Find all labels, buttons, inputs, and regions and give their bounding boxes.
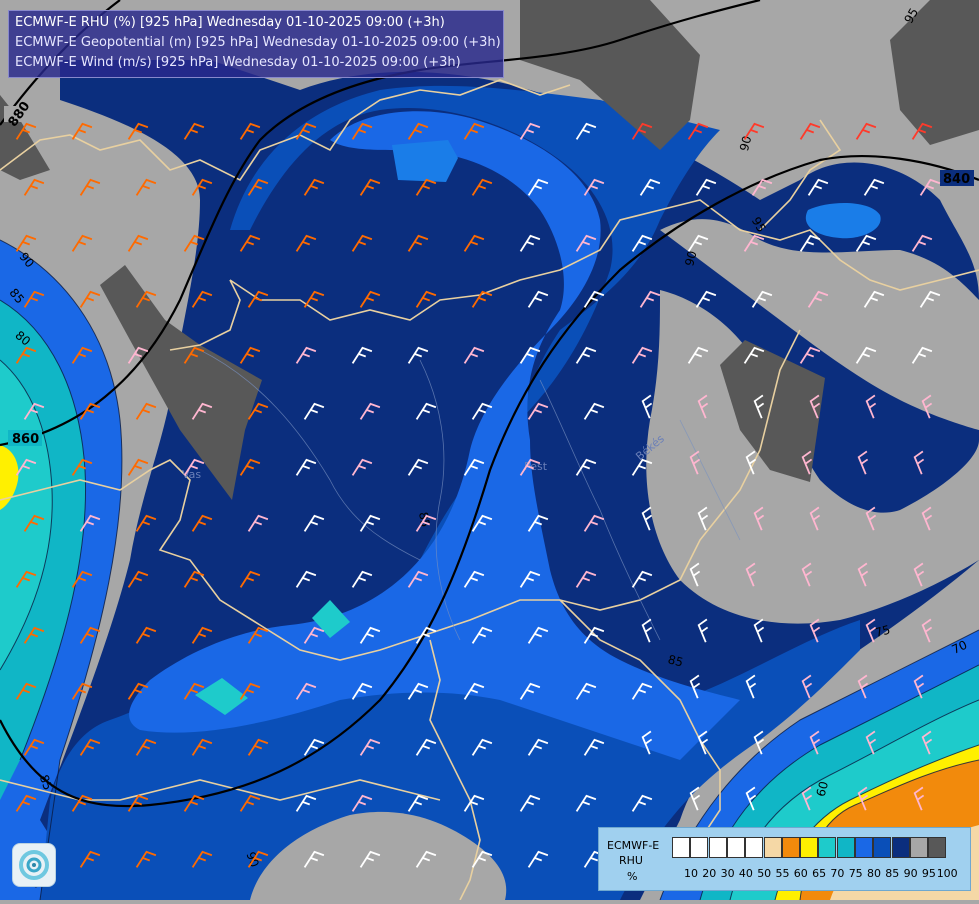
legend-swatch <box>855 837 873 858</box>
legend-swatch <box>891 837 910 858</box>
legend-swatch <box>873 837 892 858</box>
legend-swatch <box>928 837 947 858</box>
header-wind-line: ECMWF-E Wind (m/s) [925 hPa] Wednesday 0… <box>15 55 461 70</box>
rhu-legend: ECMWF-E RHU % 10 20 30 40 50 55 60 65 70 75 80 85 90… <box>598 827 971 891</box>
geopotential-label-840: 840 <box>943 172 970 187</box>
map-header: ECMWF-E RHU (%) [925 hPa] Wednesday 01-1… <box>8 10 504 78</box>
legend-swatch <box>909 837 928 858</box>
legend-swatch <box>690 837 709 858</box>
header-geopotential-line: ECMWF-E Geopotential (m) [925 hPa] Wedne… <box>15 35 501 50</box>
legend-swatch <box>781 837 800 858</box>
legend-unit: % <box>627 870 638 883</box>
legend-swatch <box>763 837 782 858</box>
logo-icon <box>12 843 56 887</box>
legend-swatch <box>672 837 690 858</box>
legend-tick: 100 <box>936 867 958 880</box>
geopotential-label-860: 860 <box>12 432 39 447</box>
legend-swatch <box>726 837 745 858</box>
legend-swatch <box>818 837 837 858</box>
legend-model: ECMWF-E <box>607 839 660 852</box>
legend-variable: RHU <box>619 854 643 867</box>
legend-swatch <box>708 837 727 858</box>
header-rhu-line: ECMWF-E RHU (%) [925 hPa] Wednesday 01-1… <box>15 15 445 30</box>
legend-swatch <box>745 837 764 858</box>
legend-swatch <box>800 837 819 858</box>
legend-swatch <box>836 837 855 858</box>
weather-map: 880 860 840 95 90 85 80 75 70 60 85 85 8… <box>0 0 979 901</box>
rh-80-pocket-1 <box>392 140 458 182</box>
